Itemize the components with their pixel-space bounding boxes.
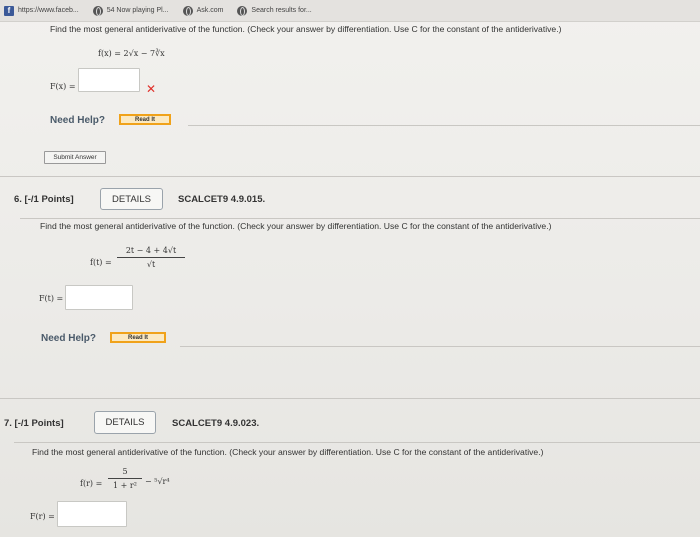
answer-label: F(x) = xyxy=(50,82,76,91)
facebook-icon: f xyxy=(4,5,14,16)
divider xyxy=(0,398,700,399)
need-help-label: Need Help? xyxy=(50,115,106,126)
read-it-button[interactable]: Read It xyxy=(119,114,171,125)
function-fraction: 2t − 4 + 4√t √t xyxy=(117,246,185,269)
answer-input[interactable] xyxy=(57,501,127,527)
read-it-button[interactable]: Read It xyxy=(110,332,166,343)
answer-label: F(t) = xyxy=(39,294,64,303)
numerator: 2t − 4 + 4√t xyxy=(125,246,177,255)
fraction-bar xyxy=(108,478,142,479)
page: f https://www.faceb... 54 Now playing Pl… xyxy=(0,0,700,537)
question-prompt: Find the most general antiderivative of … xyxy=(40,221,552,231)
numerator: 5 xyxy=(122,467,128,476)
divider xyxy=(188,125,700,126)
function-definition: f(x) = 2√x − 7∛x xyxy=(98,49,165,58)
bookmark-label: https://www.faceb... xyxy=(18,7,79,14)
answer-input[interactable] xyxy=(78,68,140,92)
fraction-bar xyxy=(117,257,185,258)
bookmark-facebook[interactable]: f https://www.faceb... xyxy=(4,5,79,16)
question-code: SCALCET9 4.9.023. xyxy=(172,418,260,429)
submit-answer-button[interactable]: Submit Answer xyxy=(44,151,106,164)
divider xyxy=(0,176,700,177)
incorrect-icon: ✕ xyxy=(146,82,157,96)
question-number: 6. [-/1 Points] xyxy=(14,194,74,205)
details-button[interactable]: DETAILS xyxy=(94,411,156,434)
bookmark-label: Ask.com xyxy=(196,7,224,14)
need-help-label: Need Help? xyxy=(41,333,97,344)
divider xyxy=(180,346,700,347)
denominator: √t xyxy=(146,260,156,269)
denominator: 1 + r² xyxy=(113,481,137,490)
divider xyxy=(20,218,700,219)
question-prompt: Find the most general antiderivative of … xyxy=(50,24,562,34)
question-number: 7. [-/1 Points] xyxy=(4,418,64,429)
function-fraction: 5 1 + r² xyxy=(108,467,142,490)
bookmark-ask[interactable]: Ask.com xyxy=(182,5,224,16)
bookmark-label: 54 Now playing Pl... xyxy=(106,7,169,14)
globe-icon xyxy=(237,5,248,16)
details-button[interactable]: DETAILS xyxy=(100,188,163,210)
globe-icon xyxy=(92,5,103,16)
bookmarks-bar: f https://www.faceb... 54 Now playing Pl… xyxy=(0,0,700,22)
question-prompt: Find the most general antiderivative of … xyxy=(32,447,544,457)
answer-label: F(r) = xyxy=(30,512,55,521)
divider xyxy=(14,442,700,443)
function-tail: − ⁵√r⁴ xyxy=(145,477,170,486)
answer-input[interactable] xyxy=(65,285,133,310)
bookmark-label: Search results for... xyxy=(251,7,312,14)
globe-icon xyxy=(182,5,193,16)
function-label: f(r) = xyxy=(80,479,103,488)
function-label: f(t) = xyxy=(90,258,112,267)
bookmark-search-results[interactable]: Search results for... xyxy=(237,5,312,16)
question-code: SCALCET9 4.9.015. xyxy=(178,194,266,205)
bookmark-now-playing[interactable]: 54 Now playing Pl... xyxy=(92,5,169,16)
